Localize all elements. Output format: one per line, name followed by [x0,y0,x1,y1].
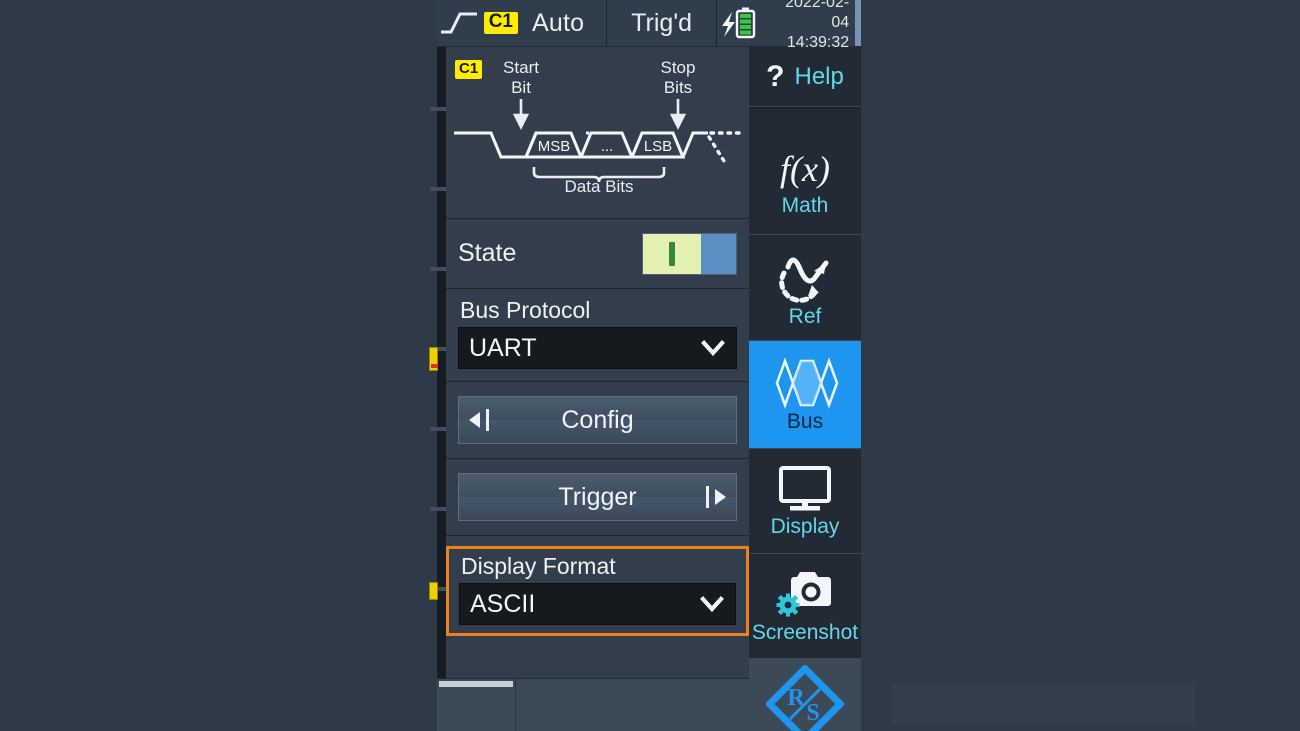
rail-tick [430,427,446,431]
bottom-bar-cell-1[interactable] [437,679,516,731]
sidebar-item-screenshot[interactable]: Screenshot [749,554,861,659]
nav-forward-icon [706,486,726,508]
status-bar-right-edge [855,0,861,46]
state-toggle[interactable] [642,232,737,275]
chevron-down-icon [699,591,725,617]
display-format-label: Display Format [461,553,616,579]
bus-protocol-dropdown[interactable]: UART [458,327,737,369]
rail-tick [430,507,446,511]
display-format-value: ASCII [470,589,536,618]
svg-text:S: S [806,700,819,726]
menu-bottom-filler [892,683,1195,725]
function-sidebar: Cursor ? Help f(x) Math [749,47,861,731]
bottom-bar [437,678,749,731]
trigger-state-label[interactable]: Trig'd [607,0,716,46]
channel-badge[interactable]: C1 [482,0,518,46]
acquisition-mode-label[interactable]: Auto [518,0,606,46]
rail-tick [430,187,446,191]
bottom-bar-cell-2[interactable] [516,679,749,731]
trigger-button[interactable]: Trigger [458,473,737,521]
state-toggle-off-side[interactable] [700,233,736,274]
display-format-dropdown[interactable]: ASCII [459,583,736,625]
status-bar: C1 Auto Trig'd 2022-02-04 14:39:32 [437,0,861,51]
uart-protocol-diagram: C1 Start Bit Stop Bits Data Bits MSB ...… [446,47,749,219]
stop-bits-label-line1: Stop [661,58,696,77]
sidebar-item-label: Help [794,62,844,90]
rohde-schwarz-logo: R S [749,659,861,731]
camera-gear-icon [770,567,840,621]
ellipsis-label: ... [601,138,614,155]
trigger-section: Trigger [446,459,749,536]
reference-wave-icon [774,247,836,305]
sidebar-item-label: Math [781,194,829,217]
state-row: State [446,219,749,289]
channel-offset-marker[interactable] [429,347,438,371]
monitor-icon [773,463,837,515]
bus-eye-icon [769,356,841,410]
trigger-button-label: Trigger [558,482,637,511]
msb-label: MSB [538,138,571,155]
bus-protocol-section: Bus Protocol UART [446,289,749,382]
start-bit-label-line2: Bit [511,78,531,97]
sidebar-item-math[interactable]: f(x) Math [749,128,861,235]
bus-protocol-value: UART [469,333,537,362]
sidebar-item-label: Screenshot [751,621,859,644]
sidebar-item-label: Ref [788,304,822,328]
rising-edge-icon [439,8,479,38]
svg-text:f(x): f(x) [780,149,830,189]
config-section: Config [446,382,749,459]
nav-back-icon [469,409,489,431]
sidebar-item-label: Display [770,515,840,538]
channel-rail [429,47,446,678]
sidebar-item-display[interactable]: Display [749,449,861,554]
fx-icon: f(x) [772,144,838,194]
state-on-marker [668,241,675,266]
battery-charging-icon[interactable] [717,0,764,46]
sidebar-item-help[interactable]: ? Help [749,47,861,107]
rail-tick [430,107,446,111]
lsb-label: LSB [644,138,672,155]
trigger-slope-button[interactable] [437,0,482,46]
channel-position-marker[interactable] [429,582,438,600]
bottom-bar-cell-highlight [439,681,513,687]
stop-bits-label-line2: Bits [664,78,692,97]
rail-tick [430,267,446,271]
sidebar-item-label: Bus [786,409,824,433]
question-mark-icon: ? [766,59,785,93]
date-label: 2022-02-04 [785,0,850,31]
state-label: State [458,239,517,267]
chevron-down-icon [700,335,726,361]
datetime-display: 2022-02-04 14:39:32 [764,0,856,51]
start-bit-label-line1: Start [503,58,539,77]
state-toggle-on-side[interactable] [643,233,701,274]
oscilloscope-screen: C1 Auto Trig'd 2022-02-04 14:39:32 C1 St… [0,0,1300,731]
display-format-section[interactable]: Display Format ASCII [446,546,749,636]
config-button-label: Config [561,405,634,434]
bus-protocol-label: Bus Protocol [460,297,591,323]
config-button[interactable]: Config [458,396,737,444]
uart-waveform-graphic: Start Bit Stop Bits Data Bits MSB ... LS… [454,58,744,196]
sidebar-item-ref[interactable]: Ref [749,235,861,341]
sidebar-item-bus[interactable]: Bus [749,341,861,449]
